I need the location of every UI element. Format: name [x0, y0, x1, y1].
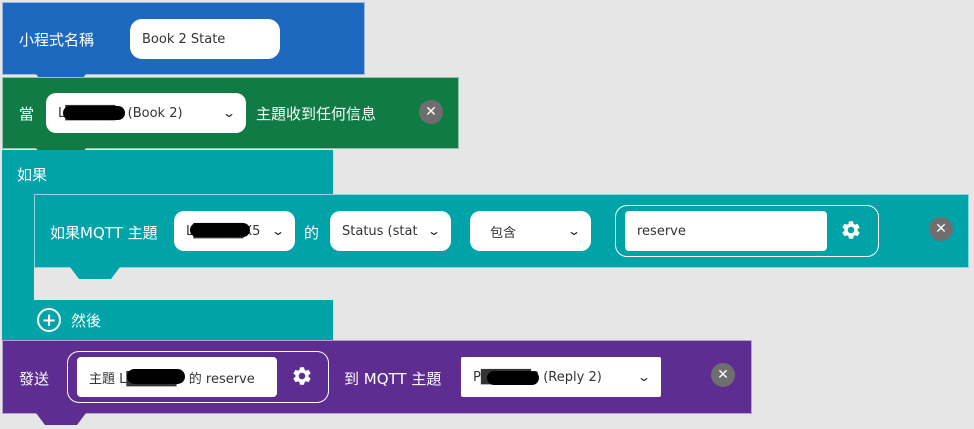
close-icon[interactable]: ✕ — [419, 100, 443, 124]
if-label: 如果 — [17, 166, 48, 184]
close-icon[interactable]: ✕ — [711, 363, 735, 387]
condition-prefix-label: 如果MQTT 主題 — [50, 224, 158, 242]
if-block — [2, 150, 333, 194]
send-label: 發送 — [19, 370, 50, 388]
chevron-down-icon: ⌄ — [426, 224, 442, 238]
redaction-mark — [63, 106, 125, 120]
program-name-input[interactable]: Book 2 State — [130, 19, 280, 59]
condition-operator-select[interactable]: 包含 ⌄ — [470, 211, 591, 251]
program-name-label: 小程式名稱 — [19, 31, 95, 49]
chevron-down-icon: ⌄ — [566, 224, 582, 238]
redaction-mark — [190, 223, 250, 237]
condition-field-select[interactable]: Status (stat ⌄ — [330, 211, 451, 251]
condition-block-notch — [70, 267, 120, 279]
gear-icon[interactable] — [840, 219, 862, 241]
gear-icon[interactable] — [291, 365, 313, 387]
trigger-when-label: 當 — [19, 105, 35, 123]
chevron-down-icon: ⌄ — [221, 106, 237, 120]
plus-icon[interactable]: + — [37, 308, 61, 332]
redaction-mark — [127, 369, 185, 384]
if-block-spine — [2, 194, 34, 304]
chevron-down-icon: ⌄ — [636, 370, 652, 384]
condition-operator-value: 包含 — [490, 225, 517, 241]
then-label: 然後 — [71, 312, 102, 330]
chevron-down-icon: ⌄ — [270, 224, 286, 238]
condition-block: 如果MQTT 主題 L█████X5 ⌄ 的 Status (stat ⌄ 包含… — [34, 194, 969, 268]
close-icon[interactable]: ✕ — [929, 217, 953, 241]
trigger-block: 當 L█████5 (Book 2) ⌄ 主題收到任何信息 ✕ — [2, 77, 459, 149]
condition-of-label: 的 — [304, 224, 320, 242]
redaction-mark — [487, 371, 539, 385]
condition-field-value: Status (stat — [342, 223, 418, 239]
trigger-suffix-label: 主題收到任何信息 — [256, 105, 377, 123]
condition-value-input[interactable]: reserve — [625, 211, 827, 251]
send-block: 發送 主題 L█████5 的 reserve 到 MQTT 主題 P█████… — [2, 340, 752, 414]
send-block-notch — [36, 413, 86, 425]
send-to-label: 到 MQTT 主題 — [344, 370, 442, 388]
program-block: 小程式名稱 Book 2 State — [2, 2, 365, 75]
